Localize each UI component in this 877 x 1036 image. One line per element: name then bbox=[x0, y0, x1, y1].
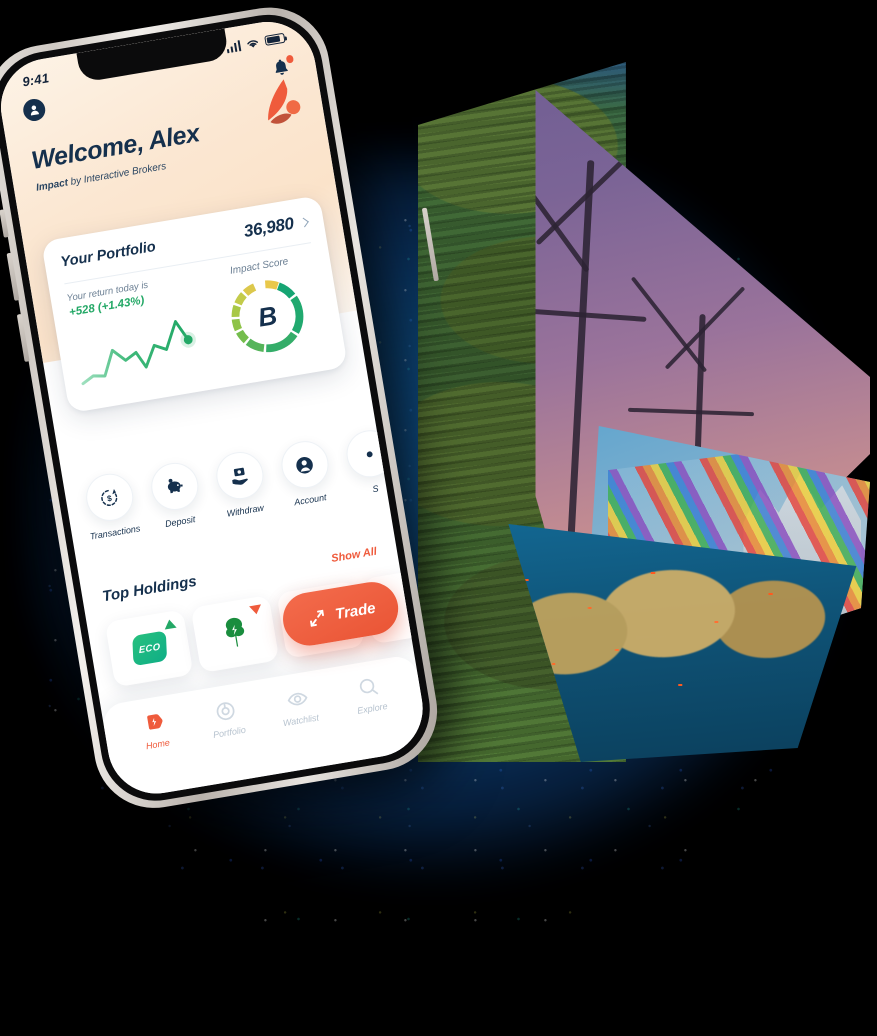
transactions-icon: $ bbox=[82, 470, 137, 525]
tree-leaf-icon bbox=[217, 613, 253, 654]
quick-actions-row: $ Transactions Deposit Withdraw Account … bbox=[63, 426, 397, 545]
notification-bell-button[interactable] bbox=[270, 54, 295, 81]
portfolio-value: 36,980 bbox=[242, 213, 296, 241]
holding-card[interactable]: ECO bbox=[104, 609, 194, 688]
quick-action-transactions[interactable]: $ Transactions bbox=[75, 469, 147, 542]
portfolio-coin-icon bbox=[216, 702, 235, 721]
trade-button-label: Trade bbox=[333, 599, 377, 624]
nav-label: Watchlist bbox=[282, 712, 320, 729]
return-section: Your return today is +528 (+1.43%) bbox=[66, 271, 215, 395]
trend-up-icon bbox=[163, 618, 177, 630]
user-avatar-icon[interactable] bbox=[21, 97, 47, 123]
battery-icon bbox=[264, 32, 286, 46]
quick-action-account[interactable]: Account bbox=[270, 436, 342, 509]
portfolio-value-group[interactable]: 36,980 bbox=[242, 212, 309, 242]
holding-card[interactable] bbox=[190, 594, 280, 674]
status-time: 9:41 bbox=[21, 69, 51, 89]
quick-action-label: Withdraw bbox=[225, 502, 265, 519]
show-all-link[interactable]: Show All bbox=[330, 545, 377, 564]
trade-arrows-icon bbox=[309, 609, 324, 627]
status-icons bbox=[225, 32, 286, 53]
nav-label: Portfolio bbox=[212, 724, 247, 740]
impact-grade-value: B bbox=[255, 299, 280, 333]
impact-score-ring: B bbox=[223, 271, 313, 361]
svg-text:$: $ bbox=[106, 493, 112, 503]
phone-screen: 9:41 Welcome, Alex Impact by Interactive… bbox=[0, 14, 431, 801]
return-sparkline-chart bbox=[81, 320, 196, 386]
nav-item-explore[interactable]: Explore bbox=[336, 671, 403, 719]
quick-action-label: Transactions bbox=[89, 523, 141, 542]
portfolio-title: Your Portfolio bbox=[59, 238, 157, 271]
phone-power-button[interactable] bbox=[421, 207, 439, 282]
nav-item-home[interactable]: Home bbox=[122, 707, 189, 755]
home-tag-icon bbox=[146, 714, 163, 730]
wifi-icon bbox=[247, 39, 258, 47]
quick-action-withdraw[interactable]: Withdraw bbox=[205, 447, 277, 520]
quick-action-label: Deposit bbox=[164, 514, 197, 529]
top-holdings-title: Top Holdings bbox=[101, 572, 198, 606]
account-person-icon bbox=[277, 437, 332, 492]
withdraw-cash-icon bbox=[212, 448, 267, 503]
nav-item-watchlist[interactable]: Watchlist bbox=[265, 683, 332, 731]
quick-action-deposit[interactable]: Deposit bbox=[140, 458, 212, 531]
eco-tile-icon: ECO bbox=[131, 630, 167, 667]
search-icon bbox=[360, 678, 379, 695]
trend-down-icon bbox=[249, 604, 263, 616]
eye-icon bbox=[287, 692, 308, 706]
nav-label: Home bbox=[145, 737, 171, 752]
nav-item-portfolio[interactable]: Portfolio bbox=[193, 695, 260, 743]
quick-action-label: Account bbox=[293, 492, 328, 508]
chevron-right-icon[interactable] bbox=[299, 217, 309, 227]
impact-score-section: Impact Score B bbox=[204, 252, 329, 372]
notification-dot bbox=[285, 54, 294, 64]
portfolio-card-body: Your return today is +528 (+1.43%) Impac… bbox=[66, 252, 330, 395]
signal-bars-icon bbox=[225, 39, 242, 53]
nav-label: Explore bbox=[356, 700, 389, 716]
quick-action-label: S bbox=[371, 483, 380, 495]
composition-stage: 9:41 Welcome, Alex Impact by Interactive… bbox=[0, 0, 877, 1036]
piggy-bank-icon bbox=[147, 459, 202, 514]
